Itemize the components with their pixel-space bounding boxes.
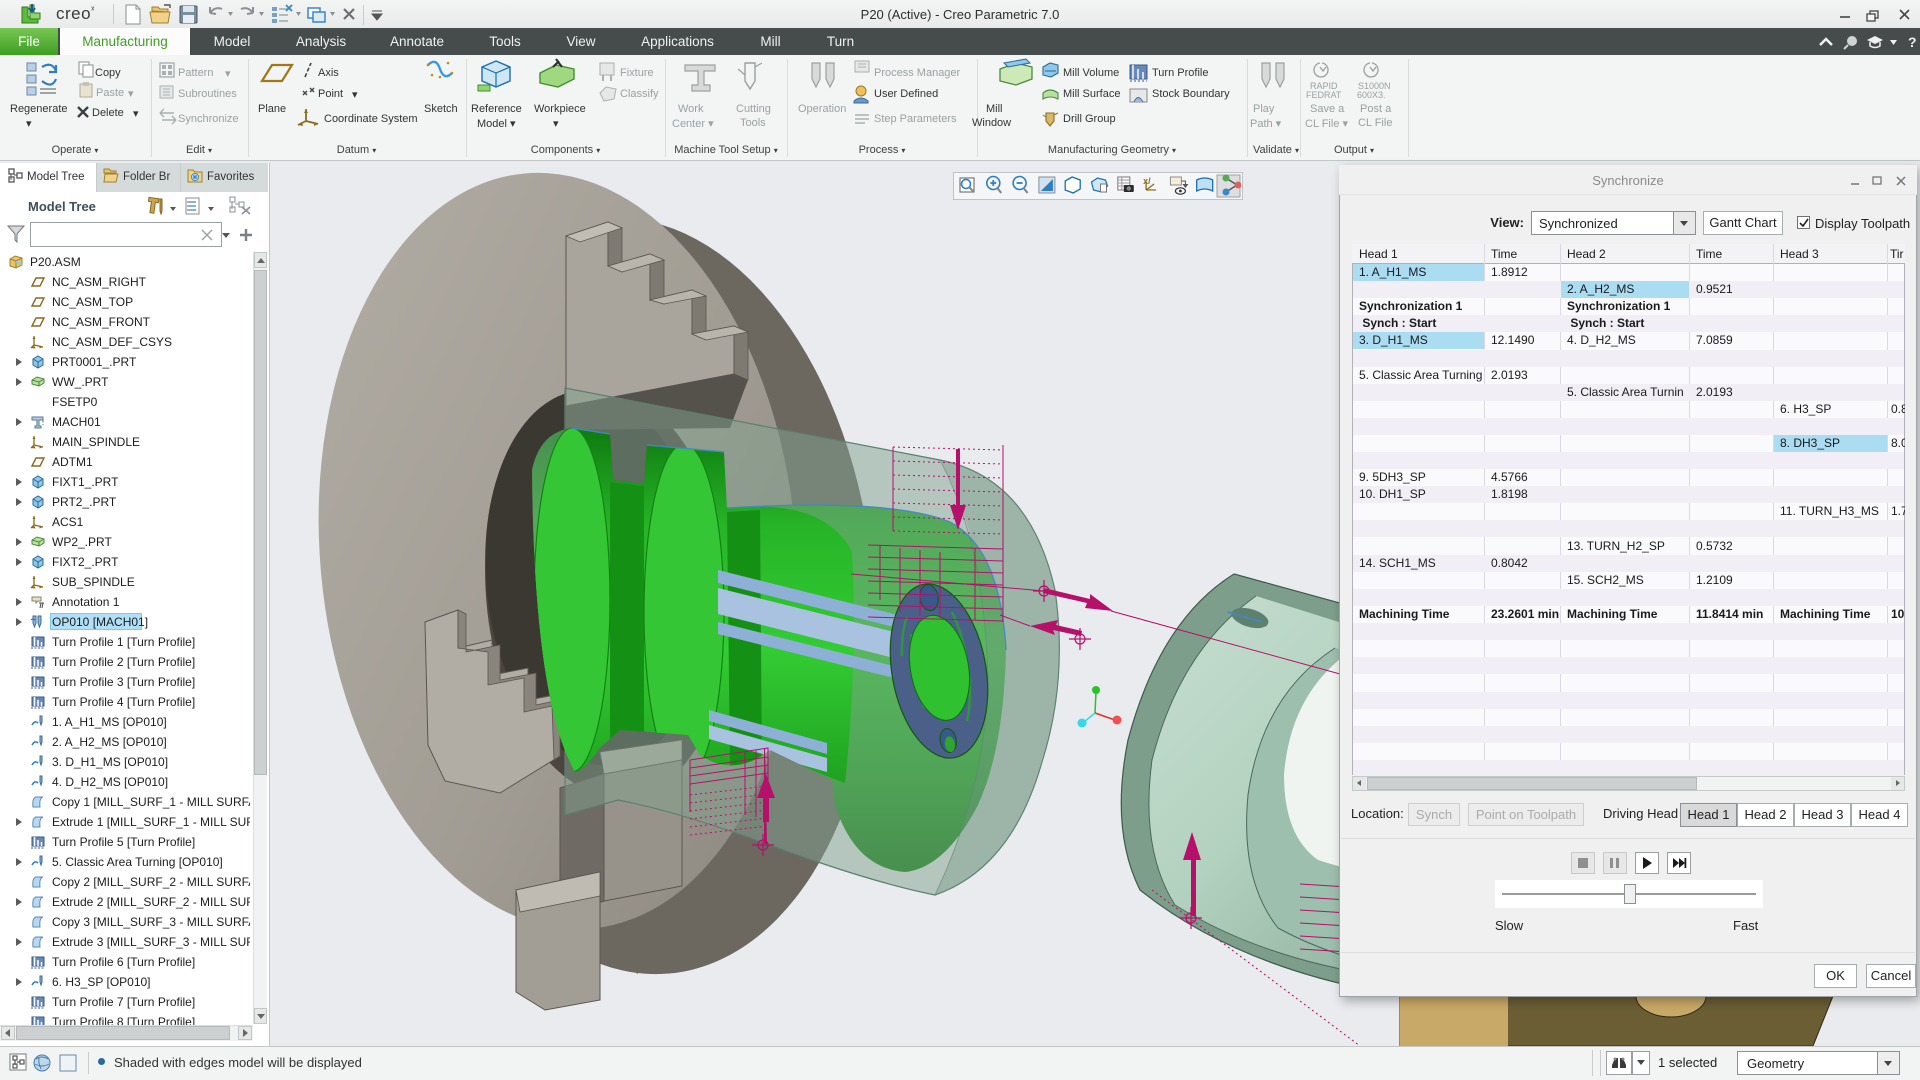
svg-text:x/: x/ bbox=[1143, 176, 1151, 186]
svg-text:?: ? bbox=[1908, 34, 1917, 50]
